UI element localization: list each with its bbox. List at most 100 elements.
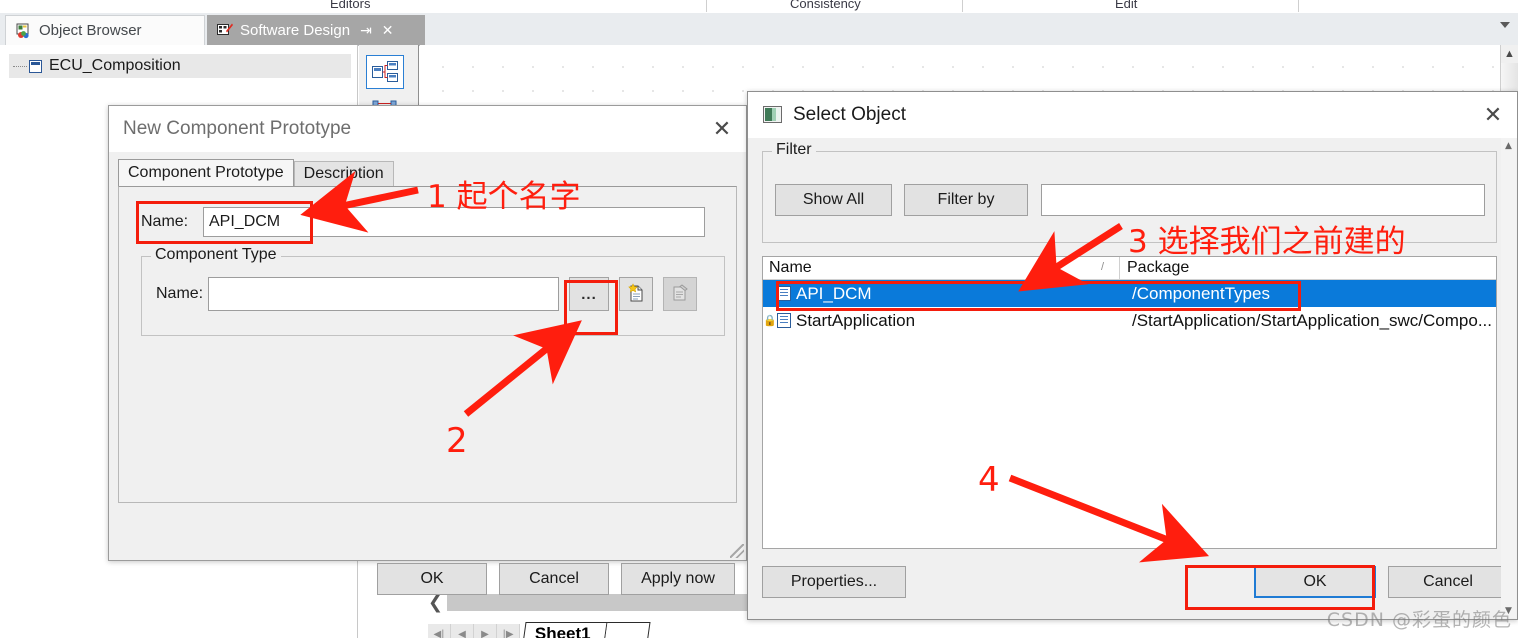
filter-input[interactable] (1041, 184, 1485, 216)
filter-group: Filter Show All Filter by (762, 141, 1497, 243)
component-type-group: Component Type Name: ... (141, 246, 725, 336)
filter-group-title: Filter (772, 141, 816, 159)
select-object-title: Select Object (793, 104, 906, 125)
ncp-close-button[interactable]: ✕ (698, 106, 746, 152)
component-type-input[interactable] (208, 277, 559, 311)
column-divider[interactable] (1119, 257, 1120, 279)
tree-item-label: ECU_Composition (49, 57, 181, 74)
software-design-icon (217, 22, 233, 38)
ribbon-divider (706, 0, 707, 12)
object-listview[interactable]: Name / Package API_DCM /ComponentTypes 🔒… (762, 256, 1497, 549)
component-type-edit-button (663, 277, 697, 311)
select-object-icon (762, 104, 784, 126)
new-component-prototype-dialog: New Component Prototype ✕ Component Prot… (108, 105, 747, 595)
row-package: /StartApplication/StartApplication_swc/C… (1132, 310, 1493, 330)
ribbon-group-edit: Edit (1115, 0, 1138, 11)
component-type-icon (777, 286, 791, 301)
component-type-icon (777, 313, 791, 328)
tab-object-browser[interactable]: Object Browser (5, 15, 205, 45)
composition-diagram-tool[interactable] (366, 55, 404, 89)
select-object-ok-label: OK (1303, 573, 1327, 590)
component-type-browse-label: ... (581, 285, 597, 303)
tab-object-browser-label: Object Browser (39, 22, 142, 39)
component-type-new-button[interactable] (619, 277, 653, 311)
column-header-name[interactable]: Name (763, 259, 1119, 277)
row-name: StartApplication (796, 310, 916, 330)
tab-description[interactable]: Description (293, 161, 394, 186)
ncp-tab-content: Name: API_DCM Component Type Name: ... (118, 186, 737, 503)
sort-indicator-icon: / (1101, 261, 1105, 273)
show-all-button[interactable]: Show All (775, 184, 892, 216)
column-header-package[interactable]: Package (1119, 259, 1189, 277)
tab-component-prototype-label: Component Prototype (128, 164, 284, 181)
ncp-cancel-button[interactable]: Cancel (499, 563, 609, 595)
ncp-ok-label: OK (420, 570, 444, 587)
select-object-dialog: Select Object ✕ Filter Show All Filter b… (747, 91, 1518, 620)
ncp-tabrow: Component Prototype Description (118, 159, 394, 186)
row-package: /ComponentTypes (1132, 283, 1270, 303)
filter-by-button[interactable]: Filter by (904, 184, 1028, 216)
sheet-horizontal-scrollbar[interactable]: ❮ (428, 593, 754, 612)
ncp-resize-grip[interactable] (730, 544, 744, 558)
sheet-nav-last[interactable]: |▶ (497, 624, 520, 638)
ncp-title: New Component Prototype (123, 118, 352, 139)
ncp-ok-button[interactable]: OK (377, 563, 487, 595)
ncp-body: Component Prototype Description Name: AP… (109, 152, 746, 595)
watermark: CSDN @彩蛋的颜色 (1326, 609, 1512, 631)
ncp-name-input[interactable]: API_DCM (203, 207, 705, 237)
select-object-scrollbar[interactable]: ▲ ▼ (1501, 138, 1516, 618)
ncp-titlebar[interactable]: New Component Prototype (109, 106, 746, 152)
scroll-thumb[interactable] (447, 594, 754, 611)
ncp-name-value: API_DCM (209, 213, 281, 230)
scroll-up-icon[interactable]: ▲ (1501, 138, 1516, 153)
ncp-apply-button[interactable]: Apply now (621, 563, 735, 595)
sheet-nav-next[interactable]: ▶ (474, 624, 497, 638)
properties-button[interactable]: Properties... (762, 566, 906, 598)
select-object-ok-button[interactable]: OK (1254, 566, 1376, 598)
show-all-label: Show All (802, 191, 865, 208)
ribbon-group-consistency: Consistency (790, 0, 861, 11)
table-row[interactable]: 🔒 StartApplication /StartApplication/Sta… (763, 307, 1496, 334)
tab-software-design-label: Software Design (240, 21, 351, 39)
properties-label: Properties... (790, 573, 878, 590)
ncp-apply-label: Apply now (641, 570, 715, 587)
sheet-tab-add[interactable] (604, 622, 651, 638)
component-type-name-label: Name: (156, 285, 204, 302)
component-type-row: Name: ... (156, 277, 714, 311)
tree-connector-line (13, 65, 27, 67)
tree-item-ecu-composition[interactable]: ECU_Composition (9, 54, 351, 78)
chevron-down-icon[interactable] (1500, 22, 1510, 28)
tab-description-label: Description (303, 165, 384, 182)
edit-document-icon (670, 283, 690, 306)
component-type-browse-button[interactable]: ... (569, 277, 609, 311)
scroll-up-icon[interactable]: ▲ (1501, 45, 1518, 63)
pin-tab-icon[interactable]: ⇥ (360, 23, 372, 37)
ribbon-divider (962, 0, 963, 12)
row-name: API_DCM (796, 283, 872, 303)
sheet-nav-prev[interactable]: ◀ (451, 624, 474, 638)
tab-software-design[interactable]: Software Design ⇥ ✕ (207, 15, 425, 45)
new-document-icon (626, 282, 646, 306)
ncp-cancel-label: Cancel (529, 570, 579, 587)
sheet-nav-first[interactable]: ◀| (428, 624, 451, 638)
listview-header: Name / Package (763, 257, 1496, 280)
filter-by-label: Filter by (937, 191, 995, 208)
scroll-left-icon[interactable]: ❮ (428, 593, 443, 612)
tab-component-prototype[interactable]: Component Prototype (118, 159, 294, 186)
composition-node-icon (29, 59, 42, 73)
ncp-name-label: Name: (141, 213, 189, 230)
select-object-cancel-label: Cancel (1423, 573, 1473, 590)
ribbon-divider (1298, 0, 1299, 12)
ribbon-strip: Editors Consistency Edit (0, 0, 1518, 14)
app-window: Editors Consistency Edit Object Browser (0, 0, 1518, 638)
select-object-close-button[interactable]: ✕ (1469, 92, 1517, 138)
sheet-tabs: ◀| ◀ ▶ |▶ Sheet1 (428, 622, 651, 638)
table-row[interactable]: API_DCM /ComponentTypes (763, 280, 1496, 307)
sheet-tab-sheet1[interactable]: Sheet1 (522, 622, 608, 638)
select-object-cancel-button[interactable]: Cancel (1388, 566, 1508, 598)
ribbon-group-editors: Editors (330, 0, 371, 11)
close-tab-icon[interactable]: ✕ (382, 23, 394, 37)
sheet-tab-label: Sheet1 (534, 624, 591, 638)
select-object-titlebar[interactable]: Select Object (748, 92, 1517, 138)
object-browser-icon (16, 23, 32, 39)
